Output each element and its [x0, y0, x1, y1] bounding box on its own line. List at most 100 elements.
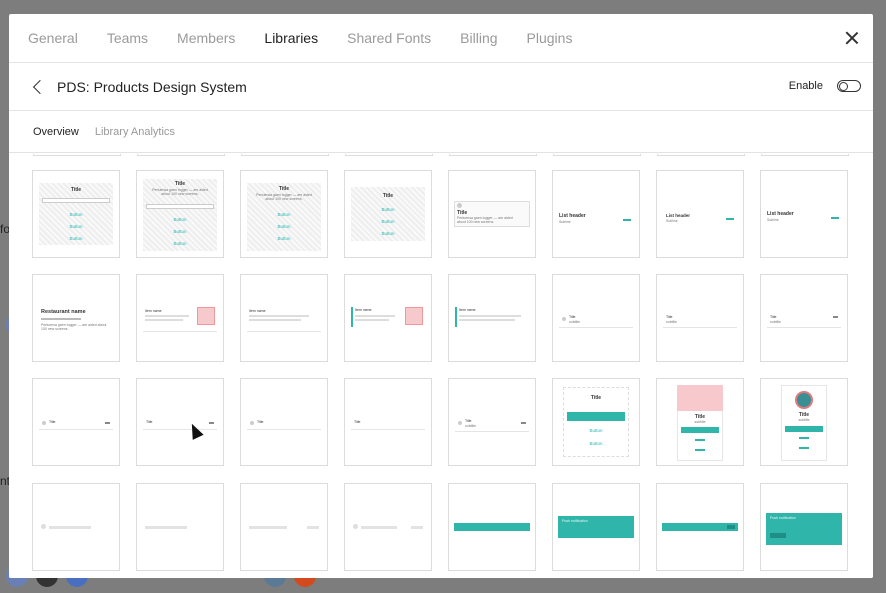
component-thumbnail[interactable]: Title subtitle	[656, 274, 744, 362]
thumbnail-title: Item name	[355, 308, 372, 312]
tab-libraries[interactable]: Libraries	[264, 30, 318, 46]
component-thumbnail[interactable]: Item name	[240, 274, 328, 362]
card-peek	[241, 154, 329, 156]
thumbnail-title: Title	[382, 193, 394, 199]
thumbnail-body: Pertuensa gaen togger — are aided about …	[457, 216, 513, 224]
component-thumbnail[interactable]: Title Button Button Button	[32, 170, 120, 258]
thumbnail-title: Title	[278, 186, 290, 192]
component-thumbnail[interactable]: Title	[136, 378, 224, 466]
thumbnail-title: Title	[257, 420, 264, 424]
thumbnail-toast-text: Push notification	[562, 519, 588, 523]
component-thumbnail[interactable]	[240, 483, 328, 571]
thumbnail-button-label: Button	[277, 236, 291, 241]
thumbnail-button-label: Button	[173, 229, 187, 234]
thumbnail-subtitle: subtitle	[666, 320, 678, 324]
component-thumbnail[interactable]: Restaurant name Pertuensa gaen togger — …	[32, 274, 120, 362]
component-thumbnail[interactable]: Title	[344, 378, 432, 466]
component-thumbnail[interactable]: Item name	[448, 274, 536, 362]
tab-billing[interactable]: Billing	[460, 30, 497, 46]
component-thumbnail[interactable]	[32, 483, 120, 571]
component-thumbnail[interactable]: Push notification	[760, 483, 848, 571]
team-settings-modal: General Teams Members Libraries Shared F…	[9, 14, 873, 578]
component-thumbnail[interactable]: Push notification	[552, 483, 640, 571]
thumbnail-body: Pertuensa gaen togger — are aided about …	[152, 188, 208, 196]
component-thumbnail[interactable]: Title Button Button	[552, 378, 640, 466]
thumbnail-button-label: Button	[589, 428, 603, 433]
thumbnail-button-label: Button	[381, 231, 395, 236]
tab-members[interactable]: Members	[177, 30, 235, 46]
thumbnail-title: Title	[590, 395, 602, 401]
tab-general[interactable]: General	[28, 30, 78, 46]
thumbnail-button-label: Button	[589, 441, 603, 446]
tab-shared-fonts[interactable]: Shared Fonts	[347, 30, 431, 46]
thumbnail-title: Title	[465, 419, 472, 423]
thumbnail-toast-text: Push notification	[770, 516, 796, 520]
thumbnail-button-label: Button	[277, 224, 291, 229]
library-title: PDS: Products Design System	[57, 78, 247, 95]
component-thumbnail[interactable]: Title Pertuensa gaen togger — are aided …	[136, 170, 224, 258]
component-thumbnail[interactable]: List header Subline	[552, 170, 640, 258]
back-arrow-icon[interactable]	[31, 80, 45, 94]
library-header: PDS: Products Design System Enable	[9, 63, 873, 111]
enable-toggle[interactable]	[837, 80, 861, 92]
thumbnail-subtitle: subtitle	[465, 424, 477, 428]
component-thumbnail[interactable]	[448, 483, 536, 571]
thumbnail-title: Item name	[459, 308, 476, 312]
component-thumbnail[interactable]: Item name	[344, 274, 432, 362]
thumbnail-title: Title	[569, 315, 576, 319]
subtab-overview[interactable]: Overview	[33, 126, 79, 138]
component-thumbnail[interactable]: Title subtitle	[552, 274, 640, 362]
thumbnail-title: Title	[49, 420, 56, 424]
close-icon[interactable]	[843, 29, 861, 47]
thumbnail-subtitle: Subline	[666, 219, 678, 223]
tab-plugins[interactable]: Plugins	[527, 30, 573, 46]
thumbnail-button-label: Button	[277, 212, 291, 217]
thumbnail-title: Title	[146, 420, 153, 424]
component-thumbnail[interactable]: Title	[32, 378, 120, 466]
component-thumbnail[interactable]: Title subtitle	[656, 378, 744, 466]
component-thumbnail[interactable]: Title Pertuensa gaen togger — are aided …	[240, 170, 328, 258]
card-peek	[761, 154, 849, 156]
tab-teams[interactable]: Teams	[107, 30, 148, 46]
card-peek	[449, 154, 537, 156]
thumbnail-button-label: Button	[69, 212, 83, 217]
component-thumbnail[interactable]	[656, 483, 744, 571]
thumbnail-title: List header	[666, 213, 691, 218]
component-thumbnail[interactable]: Item name	[136, 274, 224, 362]
component-thumbnail[interactable]: Title subtitle	[760, 378, 848, 466]
thumbnail-title: Title	[666, 315, 673, 319]
thumbnail-button-label: Button	[381, 207, 395, 212]
thumbnail-title: Item name	[145, 309, 162, 313]
thumbnail-subtitle: subtitle	[694, 420, 706, 424]
settings-tabs: General Teams Members Libraries Shared F…	[9, 14, 873, 63]
thumbnail-title: List header	[559, 213, 586, 219]
component-thumbnail[interactable]: Title Pertuensa gaen togger — are aided …	[448, 170, 536, 258]
thumbnail-body: Pertuensa gaen togger — are aided about …	[256, 193, 312, 201]
thumbnail-subtitle: subtitle	[569, 320, 581, 324]
thumbnail-body: Pertuensa gaen togger — are aided about …	[41, 323, 107, 331]
card-peek	[657, 154, 745, 156]
thumbnail-title: List header	[767, 211, 794, 217]
thumbnail-title: Title	[770, 315, 777, 319]
component-thumbnail[interactable]: List header Subline	[656, 170, 744, 258]
component-thumbnail[interactable]: Title subtitle	[760, 274, 848, 362]
component-thumbnail[interactable]: List header Subline	[760, 170, 848, 258]
library-subtabs: Overview Library Analytics	[9, 111, 873, 153]
thumbnail-title: Title	[354, 420, 361, 424]
card-peek	[345, 154, 433, 156]
thumbnail-subtitle: Subline	[767, 218, 779, 222]
component-thumbnail[interactable]: Title subtitle	[448, 378, 536, 466]
subtab-library-analytics[interactable]: Library Analytics	[95, 126, 175, 138]
component-thumbnail[interactable]	[344, 483, 432, 571]
thumbnail-subtitle: subtitle	[798, 418, 810, 422]
thumbnail-button-label: Button	[173, 241, 187, 246]
thumbnail-button-label: Button	[381, 219, 395, 224]
component-thumbnail[interactable]	[136, 483, 224, 571]
card-peek	[137, 154, 225, 156]
thumbnail-button-label: Button	[69, 236, 83, 241]
component-thumbnail[interactable]: Title Button Button Button	[344, 170, 432, 258]
component-grid: Title Button Button Button Title Pertuen…	[9, 154, 873, 578]
thumbnail-subtitle: subtitle	[770, 320, 782, 324]
component-thumbnail[interactable]: Title	[240, 378, 328, 466]
card-peek	[553, 154, 641, 156]
